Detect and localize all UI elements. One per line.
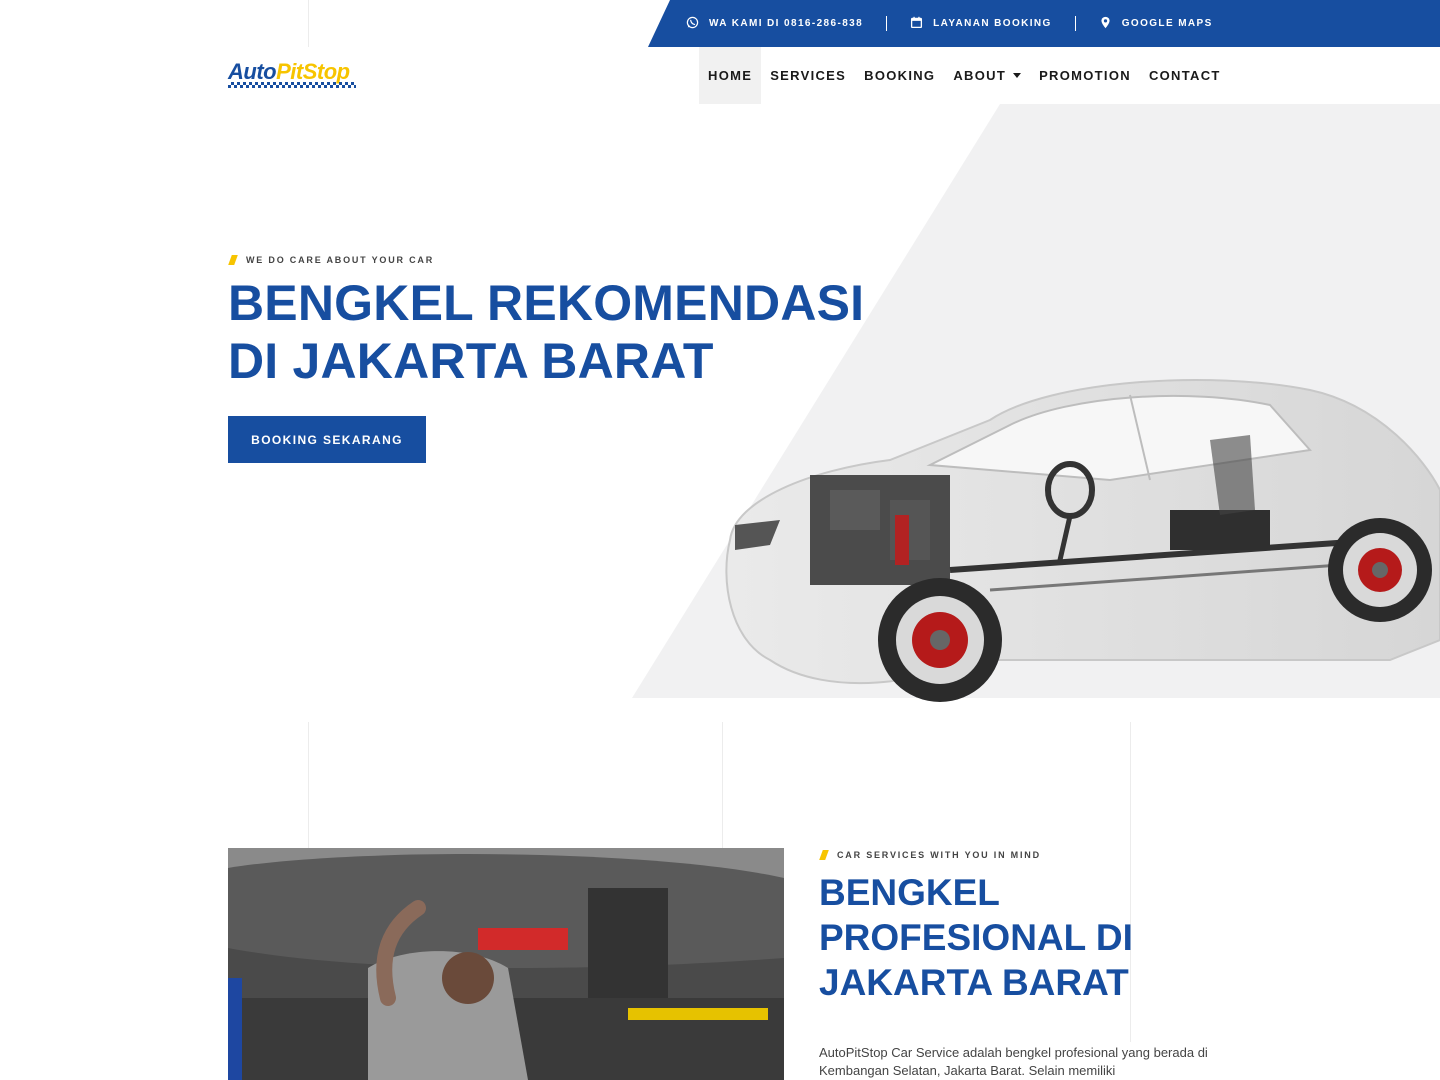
chevron-down-icon bbox=[1013, 73, 1022, 78]
nav-promotion[interactable]: PROMOTION bbox=[1030, 47, 1140, 104]
divider bbox=[886, 16, 888, 31]
main-nav: HOME SERVICES BOOKING ABOUT PROMOTION CO… bbox=[699, 47, 1230, 104]
site-logo[interactable]: AutoPitStop bbox=[228, 60, 364, 92]
car-cutaway-image bbox=[725, 379, 1440, 702]
nav-home[interactable]: HOME bbox=[699, 47, 762, 104]
logo-checker-stripe bbox=[228, 82, 356, 88]
top-info-links: WA KAMI DI 0816-286-838 LAYANAN BOOKING … bbox=[686, 0, 1213, 47]
grid-line bbox=[308, 722, 309, 848]
hero-title-line2: DI JAKARTA BARAT bbox=[228, 333, 714, 389]
divider bbox=[1074, 16, 1076, 31]
whatsapp-label: WA KAMI DI 0816-286-838 bbox=[709, 18, 864, 29]
about-title-line1: BENGKEL bbox=[819, 872, 1000, 913]
booking-now-button[interactable]: BOOKING SEKARANG bbox=[228, 416, 426, 463]
nav-booking[interactable]: BOOKING bbox=[855, 47, 944, 104]
booking-service-label: LAYANAN BOOKING bbox=[933, 18, 1052, 29]
nav-about[interactable]: ABOUT bbox=[944, 47, 1030, 104]
slash-icon bbox=[228, 255, 238, 265]
nav-contact[interactable]: CONTACT bbox=[1140, 47, 1230, 104]
booking-service-link[interactable]: LAYANAN BOOKING bbox=[910, 16, 1052, 32]
hero-tagline-text: WE DO CARE ABOUT YOUR CAR bbox=[246, 255, 435, 265]
mechanic-photo bbox=[228, 848, 784, 1080]
nav-about-label: ABOUT bbox=[953, 68, 1007, 83]
whatsapp-link[interactable]: WA KAMI DI 0816-286-838 bbox=[686, 16, 863, 32]
calendar-icon bbox=[910, 16, 923, 32]
about-title: BENGKEL PROFESIONAL DI JAKARTA BARAT bbox=[819, 870, 1179, 1005]
about-tagline-text: CAR SERVICES WITH YOU IN MIND bbox=[837, 850, 1041, 860]
about-title-line3: JAKARTA BARAT bbox=[819, 962, 1129, 1003]
about-tagline: CAR SERVICES WITH YOU IN MIND bbox=[819, 850, 1041, 860]
slash-icon bbox=[819, 850, 829, 860]
about-description: AutoPitStop Car Service adalah bengkel p… bbox=[819, 1045, 1208, 1078]
hero-title-line1: BENGKEL REKOMENDASI bbox=[228, 275, 865, 331]
logo-text: AutoPitStop bbox=[228, 59, 350, 84]
nav-services[interactable]: SERVICES bbox=[761, 47, 855, 104]
hero-tagline: WE DO CARE ABOUT YOUR CAR bbox=[228, 255, 435, 265]
whatsapp-icon bbox=[686, 16, 699, 32]
google-maps-label: GOOGLE MAPS bbox=[1121, 18, 1213, 29]
grid-line bbox=[308, 0, 309, 47]
map-pin-icon bbox=[1099, 16, 1112, 32]
grid-line bbox=[722, 722, 723, 848]
about-title-line2: PROFESIONAL DI bbox=[819, 917, 1133, 958]
google-maps-link[interactable]: GOOGLE MAPS bbox=[1099, 16, 1213, 32]
